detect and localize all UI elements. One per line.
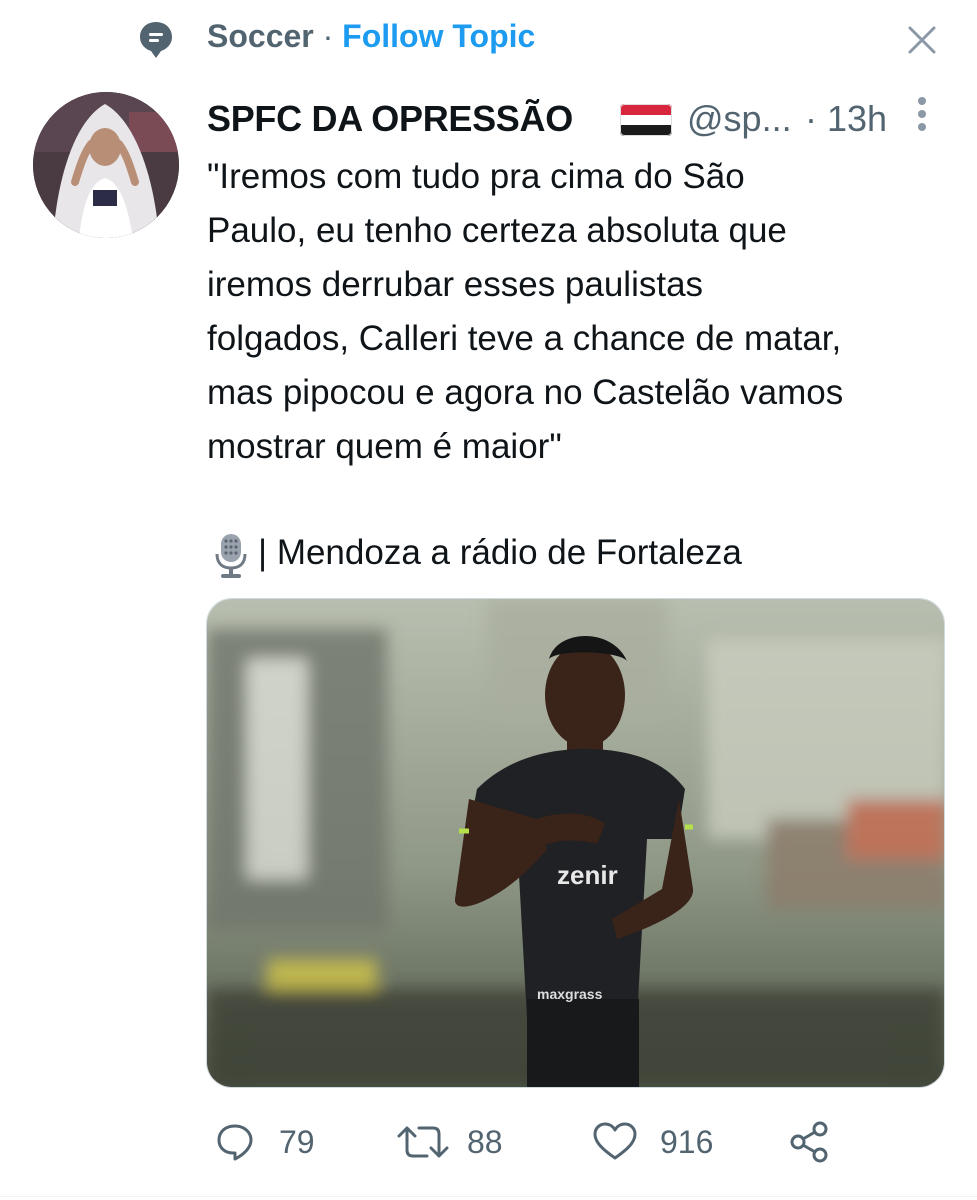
topic-header: Soccer · Follow Topic bbox=[207, 18, 535, 55]
tweet-media-image[interactable]: zenir maxgrass bbox=[206, 598, 945, 1088]
topic-bar: Soccer · Follow Topic bbox=[0, 0, 977, 78]
reply-count: 79 bbox=[279, 1124, 315, 1160]
retweet-button[interactable]: 88 bbox=[397, 1112, 527, 1172]
tweet-text: "Iremos com tudo pra cima do São Paulo, … bbox=[207, 157, 844, 466]
follow-topic-button[interactable]: Follow Topic bbox=[342, 18, 535, 54]
reply-icon bbox=[217, 1124, 253, 1161]
retweet-count: 88 bbox=[467, 1124, 503, 1160]
avatar[interactable] bbox=[33, 92, 179, 238]
like-count: 916 bbox=[660, 1124, 714, 1160]
tweet-header: SPFC DA OPRESSÃO @sp... · 13h bbox=[207, 96, 907, 146]
shorts-sponsor: maxgrass bbox=[537, 986, 603, 1002]
more-icon[interactable] bbox=[908, 94, 936, 138]
tweet-source-text: | Mendoza a rádio de Fortaleza bbox=[258, 533, 742, 572]
tweet-timestamp[interactable]: · 13h bbox=[805, 98, 887, 140]
flag-icon bbox=[620, 104, 672, 136]
like-icon bbox=[593, 1122, 637, 1160]
tweet-actions: 79 88 916 bbox=[207, 1112, 947, 1172]
tweet-source-line: | Mendoza a rádio de Fortaleza bbox=[210, 526, 950, 580]
topic-icon bbox=[140, 22, 172, 58]
close-icon[interactable] bbox=[902, 20, 942, 60]
divider bbox=[0, 1196, 977, 1197]
author-name[interactable]: SPFC DA OPRESSÃO bbox=[207, 98, 573, 140]
topic-name[interactable]: Soccer bbox=[207, 18, 314, 54]
reply-button[interactable]: 79 bbox=[207, 1112, 327, 1172]
share-icon bbox=[790, 1121, 828, 1163]
topic-separator: · bbox=[322, 18, 334, 54]
shirt-sponsor: zenir bbox=[557, 860, 618, 890]
microphone-icon bbox=[215, 534, 247, 578]
share-button[interactable] bbox=[787, 1112, 847, 1172]
like-button[interactable]: 916 bbox=[592, 1112, 732, 1172]
author-handle[interactable]: @sp... bbox=[687, 98, 792, 140]
retweet-icon bbox=[397, 1126, 449, 1158]
